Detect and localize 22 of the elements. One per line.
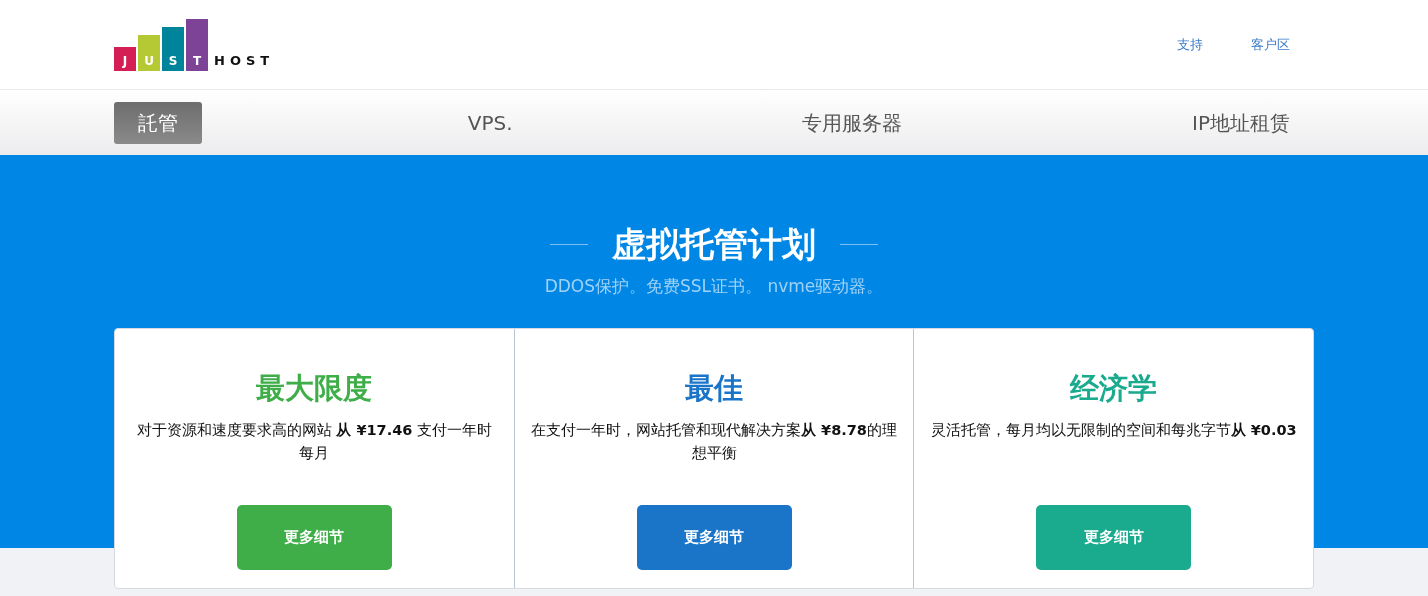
- plan-description: 在支付一年时，网站托管和现代解决方案从 ¥8.78的理想平衡: [530, 420, 898, 463]
- details-button[interactable]: 更多细节: [236, 504, 392, 570]
- logo-letter: S: [162, 26, 184, 71]
- hero-subtitle: DDOS保护。免费SSL证书。 nvme驱动器。: [544, 275, 884, 298]
- plan-title: 最佳: [684, 370, 744, 407]
- plan-title: 经济学: [1068, 370, 1159, 407]
- top-link[interactable]: 支持: [1177, 34, 1203, 55]
- details-button[interactable]: 更多细节: [636, 504, 792, 570]
- details-button[interactable]: 更多细节: [1036, 504, 1192, 570]
- plan-description: 灵活托管，每月均以无限制的空间和每兆字节从 ¥0.03: [929, 420, 1298, 440]
- nav-tab[interactable]: IP地址租赁: [1168, 101, 1314, 144]
- nav-tab[interactable]: VPS.: [443, 101, 537, 144]
- top-link[interactable]: 客户区: [1251, 34, 1290, 55]
- logo-text: HOST: [214, 52, 275, 70]
- plan-title: 最大限度: [255, 370, 374, 407]
- logo-letter: U: [138, 34, 160, 71]
- nav-tab[interactable]: 专用服务器: [778, 101, 927, 144]
- hero-title: 虚拟托管计划: [612, 223, 816, 266]
- logo-letter: T: [186, 18, 208, 71]
- nav-tab[interactable]: 託管: [114, 101, 202, 144]
- plan-description: 对于资源和速度要求高的网站 从 ¥17.46 支付一年时每月: [135, 420, 493, 463]
- logo-letter: J: [114, 46, 136, 71]
